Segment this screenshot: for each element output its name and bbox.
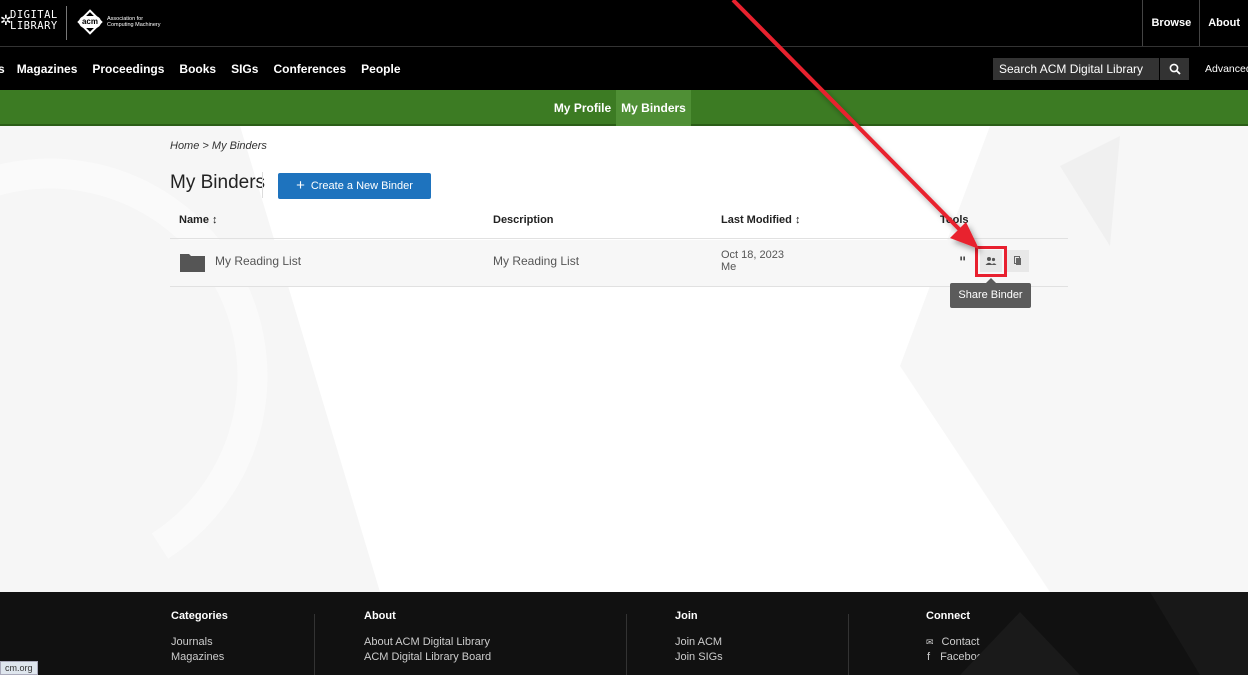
- digital-library-logo[interactable]: ✲ DIGITAL LIBRARY: [0, 8, 58, 34]
- facebook-icon: f: [927, 651, 931, 663]
- footer-link-join-acm[interactable]: Join ACM: [675, 636, 723, 648]
- footer-connect-title: Connect: [926, 610, 970, 622]
- search-button[interactable]: [1159, 58, 1189, 80]
- binder-description: My Reading List: [493, 254, 580, 268]
- search-input[interactable]: Search ACM Digital Library: [993, 58, 1159, 80]
- column-header-description: Description: [493, 214, 554, 226]
- dl-logo-icon: ✲: [0, 13, 12, 29]
- breadcrumb-separator: >: [202, 140, 209, 152]
- profile-subnav: My Profile My Binders: [0, 90, 1248, 126]
- copy-icon: [1014, 256, 1021, 265]
- folder-icon: [180, 254, 205, 272]
- nav-people-link[interactable]: People: [361, 62, 400, 76]
- binder-modified-date: Oct 18, 2023: [721, 249, 784, 261]
- tab-my-binders[interactable]: My Binders: [616, 90, 691, 126]
- copy-binder-button[interactable]: [1007, 250, 1029, 272]
- footer-link-magazines[interactable]: Magazines: [171, 651, 228, 663]
- status-bar-url: cm.org: [0, 661, 38, 675]
- footer-link-dl-board[interactable]: ACM Digital Library Board: [364, 651, 491, 663]
- top-bar: ✲ DIGITAL LIBRARY acm Association for Co…: [0, 0, 1248, 46]
- breadcrumb-current: My Binders: [211, 140, 267, 152]
- search-icon: [1169, 63, 1181, 75]
- footer-divider: [848, 614, 849, 675]
- nav-books-link[interactable]: Books: [179, 62, 216, 76]
- footer-divider: [626, 614, 627, 675]
- column-header-tools: Tools: [940, 214, 969, 226]
- top-links: Browse About: [1142, 0, 1248, 46]
- create-binder-button[interactable]: + Create a New Binder: [278, 173, 431, 199]
- nav-magazines-link[interactable]: Magazines: [17, 62, 78, 76]
- quote-icon: ": [959, 255, 966, 267]
- create-binder-label: Create a New Binder: [310, 180, 413, 192]
- breadcrumb-home[interactable]: Home: [170, 140, 199, 152]
- page-title: My Binders: [170, 172, 266, 193]
- nav-conferences-link[interactable]: Conferences: [273, 62, 346, 76]
- share-binder-tooltip: Share Binder: [950, 283, 1031, 308]
- footer-link-join-sigs[interactable]: Join SIGs: [675, 651, 723, 663]
- footer-link-journals[interactable]: Journals: [171, 636, 228, 648]
- acm-logo-text: Association for Computing Machinery: [107, 16, 161, 28]
- footer-link-facebook[interactable]: f Facebook: [926, 651, 988, 663]
- title-divider: [262, 172, 263, 198]
- table-row[interactable]: [170, 240, 1068, 286]
- share-binder-highlight: [975, 246, 1007, 277]
- footer-join-title: Join: [675, 610, 698, 622]
- table-header-divider: [170, 238, 1068, 239]
- column-header-name[interactable]: Name ↕: [179, 214, 218, 226]
- nav-sigs-link[interactable]: SIGs: [231, 62, 258, 76]
- cite-binder-button[interactable]: ": [954, 250, 976, 272]
- dl-logo-text: DIGITAL LIBRARY: [10, 9, 58, 32]
- binder-modified: Oct 18, 2023 Me: [721, 249, 784, 273]
- svg-text:": ": [959, 255, 966, 267]
- footer-link-contact[interactable]: ✉ Contact: [926, 636, 988, 648]
- background-decoration: [0, 126, 1248, 592]
- breadcrumb: Home > My Binders: [170, 140, 267, 152]
- footer-connect: Connect ✉ Contact f Facebook: [926, 610, 988, 663]
- browse-link[interactable]: Browse: [1142, 0, 1199, 46]
- advanced-search-link[interactable]: Advanced S: [1205, 58, 1248, 80]
- plus-icon: +: [296, 177, 305, 194]
- footer-divider: [314, 614, 315, 675]
- mail-icon: ✉: [926, 637, 934, 647]
- table-row-divider: [170, 286, 1068, 287]
- footer-about-title: About: [364, 610, 396, 622]
- main-nav: s Magazines Proceedings Books SIGs Confe…: [0, 46, 1248, 90]
- nav-journals-link[interactable]: s: [0, 62, 5, 76]
- footer-about: About About ACM Digital Library ACM Digi…: [364, 610, 491, 663]
- footer-link-about-dl[interactable]: About ACM Digital Library: [364, 636, 491, 648]
- footer: Categories Journals Magazines About Abou…: [0, 592, 1248, 675]
- column-header-last-modified[interactable]: Last Modified ↕: [721, 214, 800, 226]
- acm-logo[interactable]: acm Association for Computing Machinery: [77, 9, 161, 35]
- footer-categories-title: Categories: [171, 610, 228, 622]
- about-link[interactable]: About: [1199, 0, 1248, 46]
- tab-my-profile[interactable]: My Profile: [549, 90, 616, 126]
- footer-categories: Categories Journals Magazines: [171, 610, 228, 663]
- binder-modified-by: Me: [721, 261, 737, 273]
- footer-join: Join Join ACM Join SIGs: [675, 610, 723, 663]
- logo-divider: [66, 6, 67, 40]
- acm-logo-icon: acm: [77, 9, 103, 35]
- nav-proceedings-link[interactable]: Proceedings: [92, 62, 164, 76]
- binder-name-link[interactable]: My Reading List: [215, 254, 301, 268]
